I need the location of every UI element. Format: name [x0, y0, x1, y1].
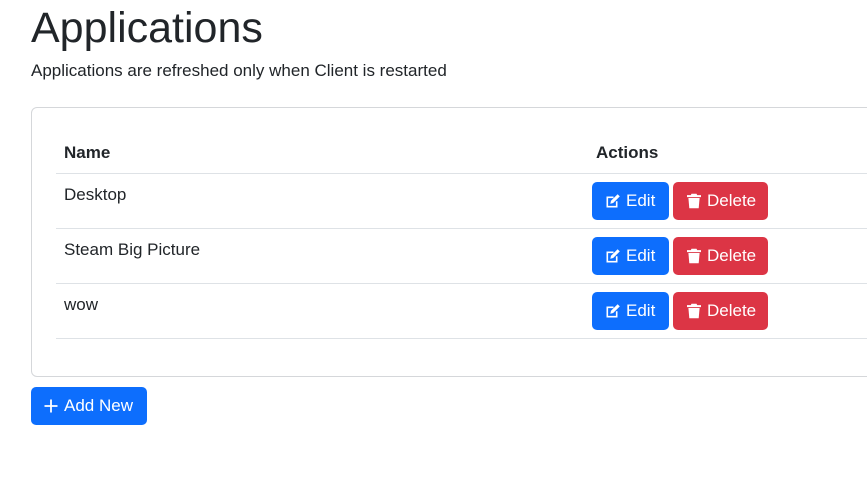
edit-button[interactable]: Edit	[592, 237, 669, 275]
edit-button[interactable]: Edit	[592, 292, 669, 330]
delete-label: Delete	[707, 191, 757, 210]
column-header-actions: Actions	[588, 132, 867, 174]
edit-label: Edit	[626, 301, 656, 320]
trash-icon	[686, 303, 702, 319]
edit-icon	[605, 248, 621, 264]
delete-label: Delete	[707, 301, 757, 320]
add-new-button[interactable]: Add New	[31, 387, 147, 425]
applications-table: Name Actions Desktop Edit Delete Steam B…	[56, 132, 867, 339]
delete-label: Delete	[707, 246, 757, 265]
edit-button[interactable]: Edit	[592, 182, 669, 220]
table-header-row: Name Actions	[56, 132, 867, 174]
trash-icon	[686, 193, 702, 209]
table-row: Desktop Edit Delete	[56, 173, 867, 229]
add-new-label: Add New	[64, 396, 133, 415]
row-actions: Edit Delete	[588, 228, 867, 284]
edit-label: Edit	[626, 191, 656, 210]
row-actions: Edit Delete	[588, 173, 867, 229]
page-subtitle: Applications are refreshed only when Cli…	[31, 61, 447, 80]
row-actions: Edit Delete	[588, 283, 867, 339]
column-header-name: Name	[56, 132, 588, 174]
edit-label: Edit	[626, 246, 656, 265]
plus-icon	[43, 398, 59, 414]
delete-button[interactable]: Delete	[673, 182, 768, 220]
app-name: Desktop	[56, 173, 588, 229]
trash-icon	[686, 248, 702, 264]
table-row: wow Edit Delete	[56, 283, 867, 339]
edit-icon	[605, 193, 621, 209]
page-title: Applications	[31, 4, 263, 52]
app-name: wow	[56, 283, 588, 339]
delete-button[interactable]: Delete	[673, 237, 768, 275]
edit-icon	[605, 303, 621, 319]
app-name: Steam Big Picture	[56, 228, 588, 284]
applications-card: Name Actions Desktop Edit Delete Steam B…	[31, 107, 867, 377]
table-row: Steam Big Picture Edit Delete	[56, 228, 867, 284]
delete-button[interactable]: Delete	[673, 292, 768, 330]
